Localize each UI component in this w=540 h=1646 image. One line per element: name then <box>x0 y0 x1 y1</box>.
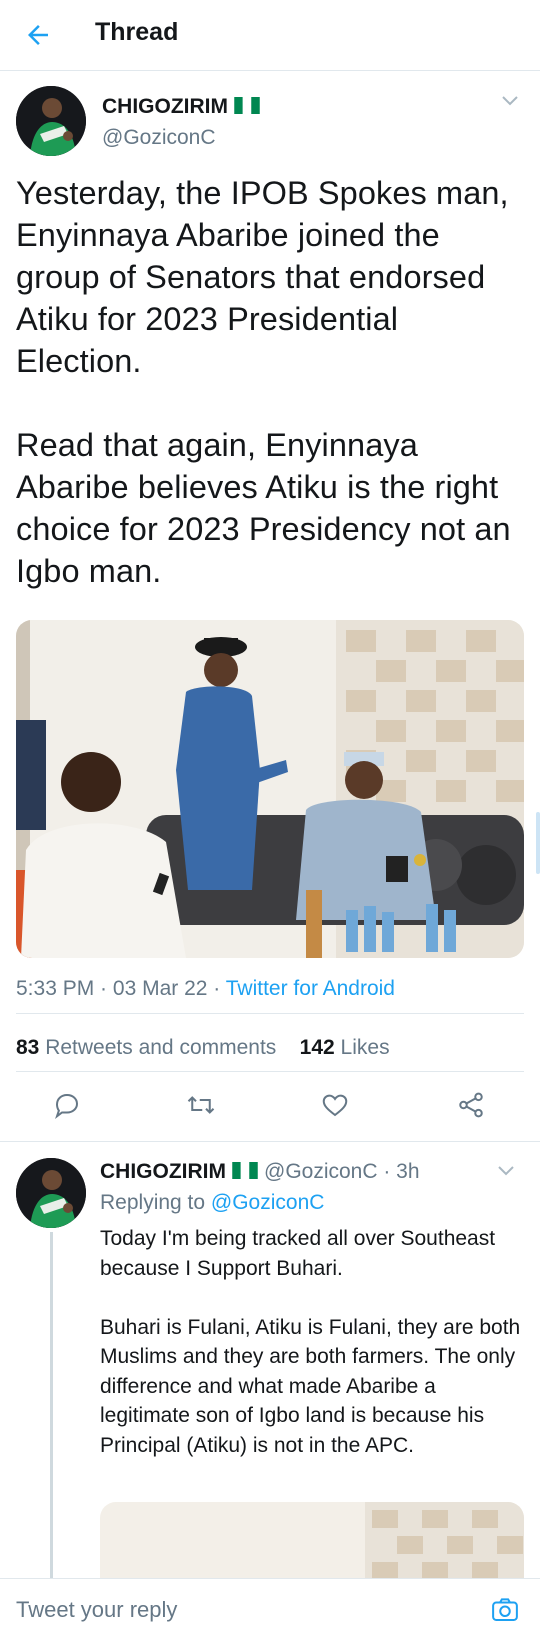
replying-prefix: Replying to <box>100 1191 206 1214</box>
tweet-time: 5:33 PM <box>16 977 95 1000</box>
meta-separator: · <box>94 977 113 1000</box>
tweet-photo[interactable] <box>16 620 524 958</box>
nigeria-flag-icon <box>232 1162 258 1179</box>
likes-label: Likes <box>340 1036 390 1059</box>
tweet-text: Yesterday, the IPOB Spokes man, Enyinnay… <box>16 175 511 589</box>
like-icon[interactable] <box>320 1090 350 1120</box>
likes-stat[interactable]: 142 Likes <box>300 1036 390 1059</box>
retweets-stat[interactable]: 83 Retweets and comments <box>16 1036 276 1059</box>
share-icon[interactable] <box>456 1090 486 1120</box>
reply-icon[interactable] <box>52 1090 82 1120</box>
replying-to: Replying to @GoziconC <box>100 1191 324 1215</box>
reply-text: Today I'm being tracked all over Southea… <box>100 1227 521 1457</box>
replying-to-handle-link[interactable]: @GoziconC <box>211 1191 325 1214</box>
nigeria-flag-icon <box>234 97 260 114</box>
tweet-stats: 83 Retweets and comments 142 Likes <box>16 1036 390 1060</box>
divider <box>0 1141 540 1142</box>
retweets-count: 83 <box>16 1036 40 1059</box>
reply-author-name: CHIGOZIRIM <box>100 1160 226 1183</box>
chevron-down-icon[interactable] <box>502 96 518 106</box>
reply-composer: Tweet your reply <box>0 1578 540 1646</box>
reply-handle-time: @GoziconC · 3h <box>264 1160 420 1183</box>
divider <box>16 1013 524 1014</box>
likes-count: 142 <box>299 1036 335 1059</box>
arrow-left-icon[interactable] <box>22 20 54 50</box>
retweet-icon[interactable] <box>186 1090 216 1120</box>
reply-input[interactable]: Tweet your reply <box>16 1597 177 1623</box>
author-name[interactable]: CHIGOZIRIM <box>102 95 260 119</box>
divider <box>16 1071 524 1072</box>
thread-line <box>50 1232 53 1582</box>
chevron-down-icon[interactable] <box>498 1166 514 1176</box>
tweet-source-link[interactable]: Twitter for Android <box>226 977 395 1000</box>
meta-separator: · <box>207 977 226 1000</box>
retweets-label: Retweets and comments <box>45 1036 277 1059</box>
tweet-meta: 5:33 PM · 03 Mar 22 · Twitter for Androi… <box>16 977 395 1001</box>
top-bar: Thread <box>0 0 540 71</box>
author-name-text: CHIGOZIRIM <box>102 95 228 118</box>
avatar[interactable] <box>16 1158 86 1228</box>
author-handle[interactable]: @GoziconC <box>102 126 216 150</box>
camera-icon[interactable] <box>490 1595 520 1625</box>
reply-header[interactable]: CHIGOZIRIM @GoziconC · 3h <box>100 1160 420 1184</box>
tweet-actions <box>0 1090 540 1130</box>
page-title: Thread <box>95 18 179 46</box>
avatar[interactable] <box>16 86 86 156</box>
tweet-date: 03 Mar 22 <box>112 977 208 1000</box>
scroll-indicator[interactable] <box>536 812 540 874</box>
